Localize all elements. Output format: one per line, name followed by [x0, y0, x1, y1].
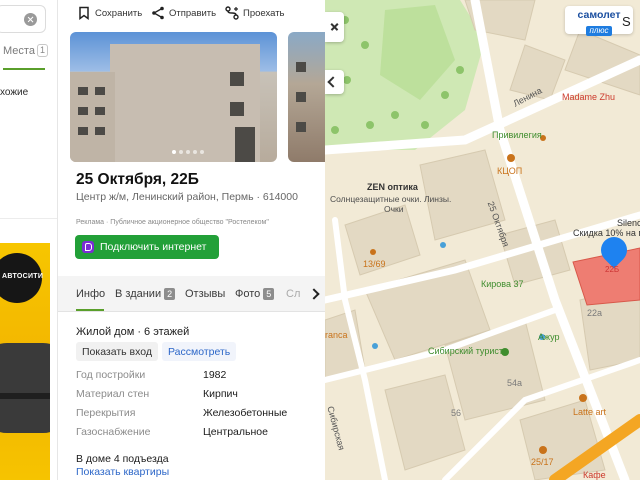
tab-photos[interactable]: Фото 5 [235, 288, 275, 300]
tab-reviews-label: Отзывы [185, 288, 226, 300]
property-key: Материал стен [76, 388, 150, 400]
poi-label[interactable]: Кирова 37 [481, 279, 523, 289]
poi-label[interactable]: ranca [325, 330, 348, 340]
route-button-label: Проехать [243, 7, 285, 19]
building-properties: Год постройки 1982 Материал стен Кирпич … [76, 368, 316, 444]
poi-label[interactable]: ZEN оптика [367, 182, 418, 192]
taxi-car-bumper [0, 393, 50, 399]
property-value: Железобетонные [203, 407, 288, 419]
share-icon [152, 6, 164, 20]
poi-label[interactable]: Madame Zhu [562, 92, 615, 102]
show-entrance-button[interactable]: Показать вход [76, 342, 158, 361]
property-key: Год постройки [76, 369, 146, 381]
route-icon [225, 6, 239, 20]
view-button[interactable]: Рассмотреть [162, 342, 237, 361]
property-value: 1982 [203, 369, 227, 381]
building-number: 56 [451, 408, 462, 418]
search-input[interactable] [0, 5, 46, 33]
tab-photos-count: 5 [263, 288, 275, 300]
building-number: 54а [507, 378, 523, 388]
close-panel-icon[interactable] [325, 12, 344, 42]
entrances-count: В доме 4 подъезда [76, 453, 169, 465]
poi-description: Солнцезащитные очки. Линзы. [330, 194, 452, 204]
search-results-panel: Места 1 хожие АВТОСИТИ [0, 0, 58, 480]
poi-label[interactable]: Silence [617, 218, 640, 228]
page-title: 25 Октября, 22Б [76, 171, 199, 188]
divider [0, 218, 57, 219]
map[interactable]: самолет плюс Ленина 25 Октября Сибирская… [325, 0, 640, 480]
route-button[interactable]: Проехать [225, 4, 285, 22]
property-row: Материал стен Кирпич [76, 387, 316, 406]
tab-services-label: Сл [286, 288, 301, 300]
property-value: Кирпич [203, 388, 238, 400]
connect-internet-label: Подключить интернет [100, 241, 207, 253]
tab-in-building[interactable]: В здании 2 [115, 288, 176, 300]
poi-label[interactable]: Кафе [583, 470, 606, 480]
property-row: Перекрытия Железобетонные [76, 406, 316, 425]
taxi-car-image [0, 343, 50, 433]
address-subtitle: Центр ж/м, Ленинский район, Пермь · 6140… [76, 191, 298, 203]
poi-label[interactable]: Привилегия [492, 130, 542, 140]
poi-description: Скидка 10% на п [573, 228, 640, 238]
card-tabs: Инфо В здании 2 Отзывы Фото 5 Сл [58, 276, 325, 312]
ad-brand-label: АВТОСИТИ [2, 273, 44, 280]
tab-in-building-label: В здании [115, 288, 162, 300]
poi-description: Очки [384, 204, 404, 214]
ad-disclaimer: Реклама · Публичное акционерное общество… [76, 219, 269, 226]
tab-places-underline [3, 68, 45, 70]
poi-label[interactable]: Latte art [573, 407, 606, 417]
building-photo[interactable] [70, 32, 277, 162]
poi-label[interactable]: Сибирский турист [428, 346, 503, 356]
poi-label[interactable]: 13/69 [363, 259, 386, 269]
building-photo-next[interactable] [288, 32, 325, 162]
clear-search-icon[interactable] [24, 13, 37, 26]
tab-info-label: Инфо [76, 288, 106, 300]
card-toolbar: Сохранить Отправить Проехать [58, 0, 325, 26]
poi-label[interactable]: Ажур [538, 332, 560, 342]
property-key: Перекрытия [76, 407, 136, 419]
bookmark-icon [79, 6, 89, 20]
similar-places-link[interactable]: хожие [0, 87, 28, 98]
photo-pagination [172, 150, 204, 154]
tab-photos-label: Фото [235, 288, 261, 300]
share-button-label: Отправить [169, 7, 217, 19]
tab-services[interactable]: Сл [286, 288, 300, 300]
photo-carousel[interactable] [70, 32, 325, 162]
share-button[interactable]: Отправить [151, 4, 216, 22]
tab-places-label: Места [3, 45, 35, 57]
tab-places-count: 1 [36, 44, 48, 57]
save-button[interactable]: Сохранить [77, 4, 142, 22]
poi-label[interactable]: КЦОП [497, 166, 522, 176]
chevron-right-icon[interactable] [306, 286, 324, 302]
samolet-badge-sub: плюс [585, 26, 613, 36]
ad-banner[interactable]: АВТОСИТИ [0, 243, 50, 480]
property-value: Центральное [203, 426, 268, 438]
tab-reviews[interactable]: Отзывы [185, 288, 225, 300]
tab-info[interactable]: Инфо [76, 288, 105, 300]
property-row: Газоснабжение Центральное [76, 425, 316, 444]
house-type: Жилой дом · 6 этажей [76, 326, 190, 338]
poi-label[interactable]: 25/17 [531, 457, 554, 467]
map-label: S [622, 14, 631, 29]
show-flats-link[interactable]: Показать квартиры [76, 466, 169, 478]
collapse-panel-icon[interactable] [325, 70, 344, 94]
property-row: Год постройки 1982 [76, 368, 316, 387]
building-number: 22а [587, 308, 603, 318]
rostelecom-logo-icon [82, 241, 94, 253]
connect-internet-button[interactable]: Подключить интернет [75, 235, 219, 259]
save-button-label: Сохранить [95, 7, 143, 19]
property-key: Газоснабжение [76, 426, 151, 438]
place-card: Сохранить Отправить Проехать 25 Октября,… [58, 0, 325, 480]
tab-active-underline [76, 309, 104, 311]
tab-in-building-count: 2 [164, 288, 176, 300]
house-number-label: 22Б [605, 265, 620, 274]
tab-places[interactable]: Места 1 [3, 44, 48, 57]
